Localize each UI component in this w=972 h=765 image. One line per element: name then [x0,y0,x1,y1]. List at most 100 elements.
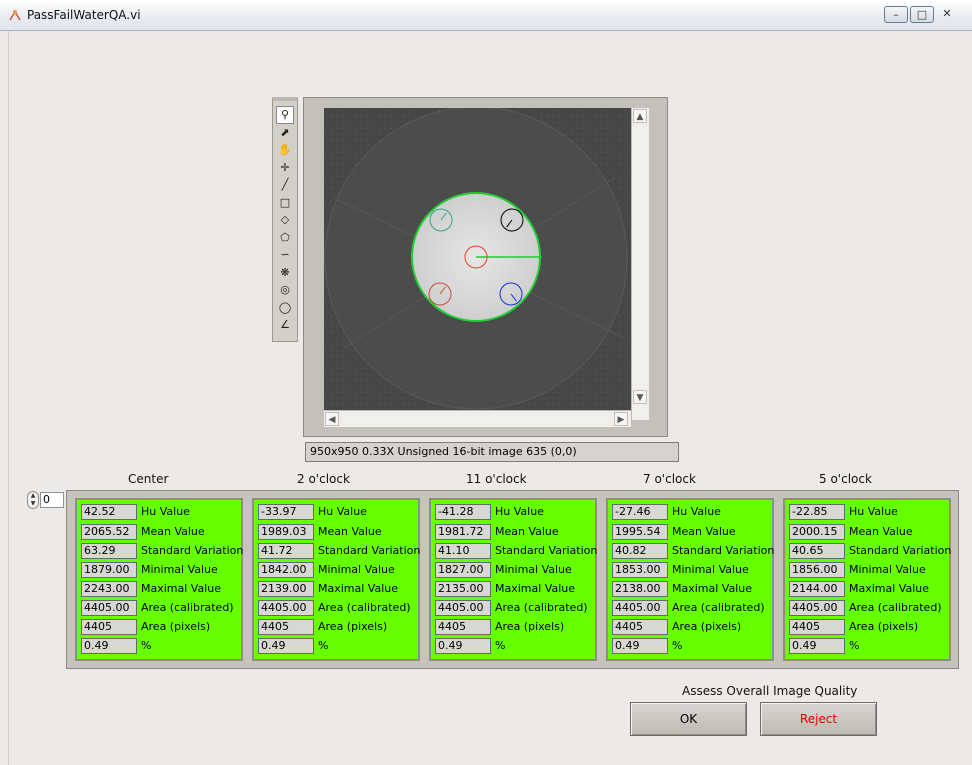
stat-value: 1995.54 [612,524,668,540]
zoom-icon[interactable]: ⚲ [276,106,294,124]
stat-label: % [849,639,860,652]
region-panel-3: -27.46 Hu Value 1995.54 Mean Value 40.82 Stan… [606,498,774,661]
region-panel-0: 42.52 Hu Value 2065.52 Mean Value 63.29 Stand… [75,498,243,661]
stat-row: 2138.00 Maximal Value [612,581,782,597]
close-button[interactable]: ✕ [936,6,958,23]
scroll-down-icon[interactable]: ▼ [633,390,647,404]
region-header-11-oclock: 11 o'clock [466,472,527,486]
free-region-icon[interactable]: ❋ [277,265,293,281]
stat-value: 4405.00 [435,600,491,616]
minimize-button[interactable]: – [884,6,908,23]
stat-label: Minimal Value [141,563,218,576]
oval-icon[interactable]: ◯ [277,300,293,316]
stat-row: 1827.00 Minimal Value [435,562,605,578]
annulus-icon[interactable]: ◎ [277,282,293,298]
stat-label: Area (pixels) [672,620,742,633]
stat-label: Area (pixels) [141,620,211,633]
stat-row: 4405.00 Area (calibrated) [435,600,605,616]
stat-row: 40.82 Standard Variation [612,543,782,559]
line-icon[interactable]: ╱ [277,177,293,193]
pan-icon[interactable]: ✋ [277,142,293,158]
reject-button[interactable]: Reject [760,702,877,736]
ok-button[interactable]: OK [630,702,747,736]
image-display: ▲ ▼ ◀ ▶ [303,97,668,437]
stat-value: -22.85 [789,504,845,520]
stat-value: 0.49 [612,638,668,654]
stat-row: 2144.00 Maximal Value [789,581,959,597]
stat-value: 4405.00 [612,600,668,616]
stat-row: 1879.00 Minimal Value [81,562,251,578]
stat-value: -27.46 [612,504,668,520]
point-icon[interactable]: ✛ [277,160,293,176]
stat-row: 0.49% [258,638,428,654]
rectangle-icon[interactable]: □ [277,195,293,211]
stat-label: Hu Value [495,505,544,518]
stat-row: 4405 Area (pixels) [789,619,959,635]
stat-label: Standard Variation [318,544,421,557]
stat-row: 1995.54 Mean Value [612,524,782,540]
stat-value: 40.82 [612,543,668,559]
stat-value: 2135.00 [435,581,491,597]
scroll-up-icon[interactable]: ▲ [633,109,647,123]
stat-value: 0.49 [435,638,491,654]
stat-value: 4405.00 [258,600,314,616]
index-increment-decrement-icon[interactable]: ▲ ▼ [27,491,39,509]
stat-row: 2139.00 Maximal Value [258,581,428,597]
stat-row: 0.49% [789,638,959,654]
image-vertical-scrollbar[interactable]: ▲ ▼ [631,108,649,420]
stat-label: Mean Value [495,525,559,538]
stat-row: 2243.00 Maximal Value [81,581,251,597]
stat-label: Minimal Value [672,563,749,576]
stat-label: Mean Value [318,525,382,538]
array-index-field[interactable]: 0 [40,492,64,508]
stat-value: 41.10 [435,543,491,559]
stat-value: 1989.03 [258,524,314,540]
maximize-button[interactable]: □ [910,6,934,23]
stat-label: Standard Variation [849,544,952,557]
ct-image[interactable] [324,106,631,410]
stat-row: 4405.00 Area (calibrated) [612,600,782,616]
region-panel-1: -33.97 Hu Value 1989.03 Mean Value 41.72 Stan… [252,498,420,661]
stat-value: 2000.15 [789,524,845,540]
image-info-bar: 950x950 0.33X Unsigned 16-bit image 635 … [305,442,679,462]
stat-label: Mean Value [849,525,913,538]
polygon-icon[interactable]: ⬠ [277,230,293,246]
stat-label: Mean Value [141,525,205,538]
pointer-icon[interactable]: ⬈ [277,125,293,141]
stat-value: -41.28 [435,504,491,520]
stat-row: 4405 Area (pixels) [258,619,428,635]
broken-line-icon[interactable]: ∠ [277,317,293,333]
ct-image-graphic [324,106,631,410]
image-horizontal-scrollbar[interactable]: ◀ ▶ [324,410,631,427]
stat-value: 42.52 [81,504,137,520]
stat-row: 0.49% [81,638,251,654]
stat-row: 42.52 Hu Value [81,504,251,520]
stat-value: 0.49 [258,638,314,654]
stat-value: 2144.00 [789,581,845,597]
stat-value: 4405 [789,619,845,635]
scroll-right-icon[interactable]: ▶ [614,412,628,426]
stat-value: 2065.52 [81,524,137,540]
stat-label: Hu Value [672,505,721,518]
scroll-left-icon[interactable]: ◀ [325,412,339,426]
stat-label: Area (pixels) [849,620,919,633]
roi-statistics-array: 42.52 Hu Value 2065.52 Mean Value 63.29 Stand… [66,490,959,669]
stat-row: 41.10 Standard Variation [435,543,605,559]
stat-row: 4405 Area (pixels) [435,619,605,635]
stat-label: Maximal Value [672,582,753,595]
stat-value: 1856.00 [789,562,845,578]
close-icon: ✕ [942,7,952,20]
stat-row: 41.72 Standard Variation [258,543,428,559]
stat-row: 4405 Area (pixels) [81,619,251,635]
stat-value: 4405 [435,619,491,635]
stat-value: 4405 [612,619,668,635]
stat-value: 4405.00 [81,600,137,616]
freehand-icon[interactable]: ∽ [277,247,293,263]
stat-value: 4405 [81,619,137,635]
stat-label: Standard Variation [672,544,775,557]
stat-value: 0.49 [81,638,137,654]
stat-label: Mean Value [672,525,736,538]
stat-row: 1989.03 Mean Value [258,524,428,540]
stat-value: 1879.00 [81,562,137,578]
rotated-rectangle-icon[interactable]: ◇ [277,212,293,228]
